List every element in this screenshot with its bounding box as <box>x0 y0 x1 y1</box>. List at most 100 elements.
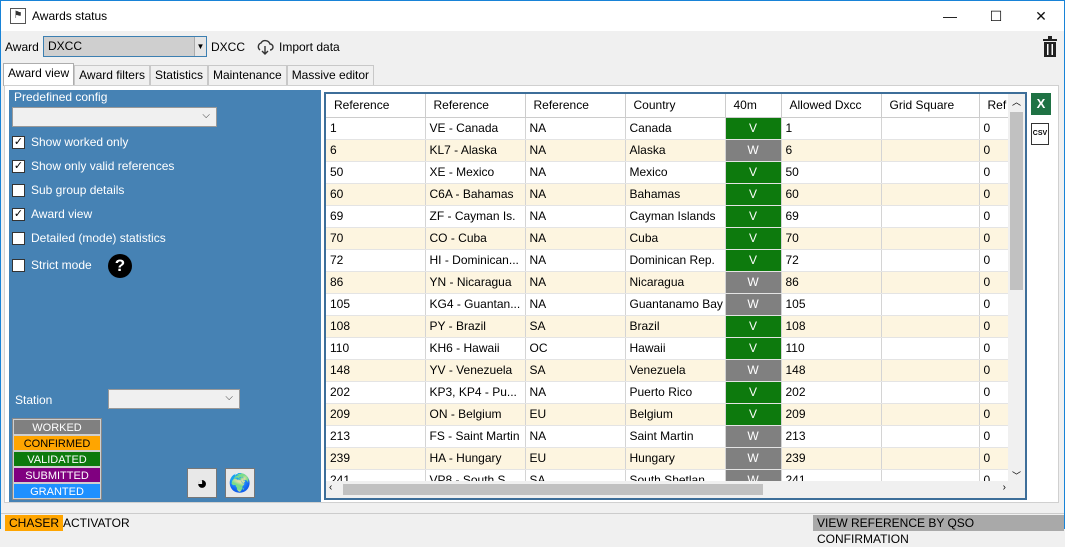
table-row[interactable]: 86 YN - Nicaragua NA Nicaragua W 86 0 <box>326 271 1020 294</box>
vertical-scrollbar[interactable]: ︿ ﹀ <box>1008 94 1025 484</box>
tab-massive-editor[interactable]: Massive editor <box>286 65 375 86</box>
table-row[interactable]: 110 KH6 - Hawaii OC Hawaii V 110 0 <box>326 337 1020 360</box>
horizontal-scrollbar[interactable]: ‹ › <box>326 481 1010 498</box>
scroll-right-icon[interactable]: › <box>1003 482 1006 493</box>
detailed-statistics-checkbox[interactable]: Detailed (mode) statistics <box>12 231 166 245</box>
scroll-left-icon[interactable]: ‹ <box>329 482 332 493</box>
maximize-button[interactable]: ☐ <box>973 1 1019 31</box>
predefined-config-select[interactable]: ⌵ <box>12 107 217 127</box>
help-icon[interactable]: ? <box>108 254 132 278</box>
strict-mode-checkbox[interactable]: Strict mode <box>12 258 92 272</box>
table-cell: 69 <box>326 205 426 228</box>
table-cell: 239 <box>781 447 882 470</box>
status-bar: CHASER ACTIVATOR VIEW REFERENCE BY QSO C… <box>1 513 1064 546</box>
table-cell: W <box>725 271 782 294</box>
table-cell: 50 <box>781 161 882 184</box>
import-data-label: Import data <box>279 40 340 54</box>
table-row[interactable]: 6 KL7 - Alaska NA Alaska W 6 0 <box>326 139 1020 162</box>
table-cell: FS - Saint Martin <box>425 425 526 448</box>
table-cell: NA <box>525 117 626 140</box>
table-cell: 6 <box>326 139 426 162</box>
column-header[interactable]: Allowed Dxcc <box>781 94 882 118</box>
checkbox-box[interactable]: ✓ <box>12 159 25 173</box>
table-cell <box>881 337 980 360</box>
app-icon: ⚑ <box>10 8 26 24</box>
globe-refresh-icon: ◕ <box>196 472 208 493</box>
table-cell <box>881 315 980 338</box>
trash-icon[interactable] <box>1042 36 1058 58</box>
table-cell: EU <box>525 403 626 426</box>
table-cell <box>881 425 980 448</box>
minimize-button[interactable]: — <box>927 1 973 31</box>
tab-maintenance[interactable]: Maintenance <box>207 65 287 86</box>
table-row[interactable]: 72 HI - Dominican... NA Dominican Rep. V 72 0 <box>326 249 1020 272</box>
tab-award-view[interactable]: Award view <box>3 63 75 86</box>
table-cell: Belgium <box>625 403 726 426</box>
table-cell: 108 <box>781 315 882 338</box>
horizontal-scroll-thumb[interactable] <box>343 484 763 495</box>
vertical-scroll-thumb[interactable] <box>1010 112 1023 290</box>
table-row[interactable]: 1 VE - Canada NA Canada V 1 0 <box>326 117 1020 140</box>
checkbox-label: Show only valid references <box>31 159 175 173</box>
award-view-checkbox[interactable]: ✓ Award view <box>12 207 92 221</box>
table-cell: NA <box>525 381 626 404</box>
table-row[interactable]: 239 HA - Hungary EU Hungary W 239 0 <box>326 447 1020 470</box>
table-row[interactable]: 60 C6A - Bahamas NA Bahamas V 60 0 <box>326 183 1020 206</box>
table-cell: 60 <box>781 183 882 206</box>
tab-award-filters[interactable]: Award filters <box>74 65 150 86</box>
tab-statistics[interactable]: Statistics <box>149 65 208 86</box>
table-row[interactable]: 213 FS - Saint Martin NA Saint Martin W 213 0 <box>326 425 1020 448</box>
column-header[interactable]: Country <box>625 94 726 118</box>
table-header: Reference Reference Reference Country 40m All… <box>326 94 1020 118</box>
checkbox-box[interactable]: ✓ <box>12 135 25 149</box>
table-cell: 148 <box>781 359 882 382</box>
checkbox-label: Sub group details <box>31 183 125 197</box>
table-row[interactable]: 148 YV - Venezuela SA Venezuela W 148 0 <box>326 359 1020 382</box>
scroll-up-icon[interactable]: ︿ <box>1008 94 1025 110</box>
close-button[interactable]: ✕ <box>1018 1 1064 31</box>
table-cell <box>881 183 980 206</box>
awards-table[interactable]: Reference Reference Reference Country 40m All… <box>324 92 1027 500</box>
table-cell: NA <box>525 139 626 162</box>
award-select[interactable]: DXCC ▼ <box>43 36 207 57</box>
table-cell: NA <box>525 205 626 228</box>
table-row[interactable]: 209 ON - Belgium EU Belgium V 209 0 <box>326 403 1020 426</box>
refresh-globe-button[interactable]: ◕ <box>187 468 217 498</box>
column-header[interactable]: Reference <box>425 94 526 118</box>
table-row[interactable]: 202 KP3, KP4 - Pu... NA Puerto Rico V 202 0 <box>326 381 1020 404</box>
excel-export-icon[interactable]: X <box>1031 93 1051 115</box>
table-cell: W <box>725 139 782 162</box>
station-select[interactable]: ⌵ <box>108 389 240 409</box>
world-map-button[interactable]: 🌍 <box>225 468 255 498</box>
table-cell: SA <box>525 315 626 338</box>
table-cell: Nicaragua <box>625 271 726 294</box>
chevron-down-icon[interactable]: ▼ <box>194 37 206 56</box>
table-cell <box>881 249 980 272</box>
table-cell: 239 <box>326 447 426 470</box>
table-cell: NA <box>525 425 626 448</box>
table-cell <box>881 381 980 404</box>
table-cell: 108 <box>326 315 426 338</box>
table-row[interactable]: 108 PY - Brazil SA Brazil V 108 0 <box>326 315 1020 338</box>
checkbox-box[interactable] <box>12 258 25 272</box>
table-cell <box>881 117 980 140</box>
sub-group-details-checkbox[interactable]: Sub group details <box>12 183 124 197</box>
table-cell: Puerto Rico <box>625 381 726 404</box>
checkbox-box[interactable] <box>12 231 25 245</box>
column-header[interactable]: 40m <box>725 94 782 118</box>
column-header[interactable]: Reference <box>525 94 626 118</box>
table-row[interactable]: 105 KG4 - Guantan... NA Guantanamo Bay W 105 0 <box>326 293 1020 316</box>
show-worked-only-checkbox[interactable]: ✓ Show worked only <box>12 135 128 149</box>
legend-validated: VALIDATED <box>13 451 101 467</box>
table-row[interactable]: 50 XE - Mexico NA Mexico V 50 0 <box>326 161 1020 184</box>
column-header[interactable]: Reference <box>326 94 426 118</box>
table-row[interactable]: 69 ZF - Cayman Is. NA Cayman Islands V 69 0 <box>326 205 1020 228</box>
csv-export-icon[interactable]: CSV <box>1031 123 1049 145</box>
column-header[interactable]: Grid Square <box>881 94 980 118</box>
table-row[interactable]: 70 CO - Cuba NA Cuba V 70 0 <box>326 227 1020 250</box>
checkbox-box[interactable]: ✓ <box>12 207 25 221</box>
import-data-button[interactable]: Import data <box>256 38 340 56</box>
table-cell: 86 <box>781 271 882 294</box>
show-valid-references-checkbox[interactable]: ✓ Show only valid references <box>12 159 174 173</box>
checkbox-box[interactable] <box>12 183 25 197</box>
